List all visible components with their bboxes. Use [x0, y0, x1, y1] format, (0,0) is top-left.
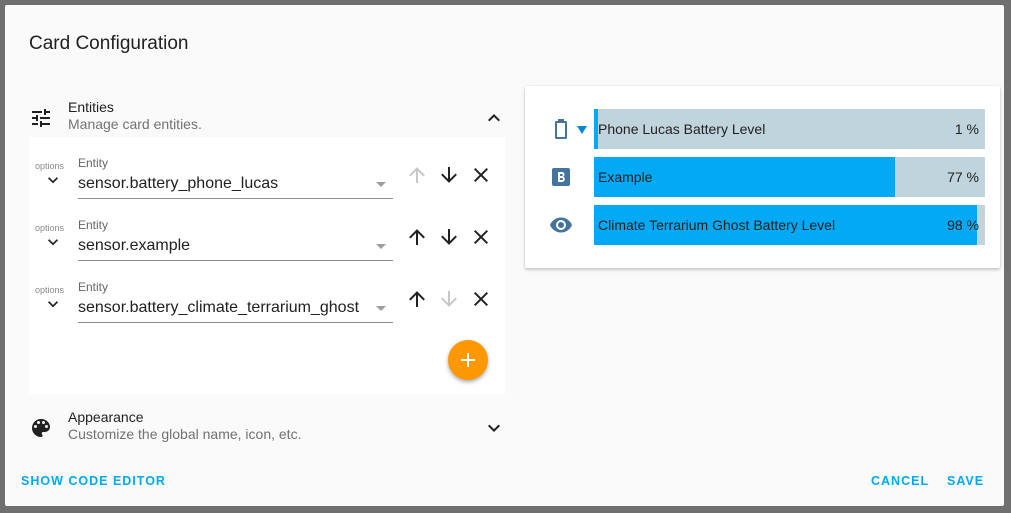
- close-icon[interactable]: [469, 225, 493, 249]
- caret-down-icon[interactable]: [577, 125, 587, 135]
- dropdown-arrow-icon[interactable]: [376, 182, 386, 187]
- bar-row[interactable]: Climate Terrarium Ghost Battery Level 98…: [525, 205, 1000, 245]
- save-button[interactable]: SAVE: [947, 474, 984, 488]
- appearance-section-header[interactable]: Appearance Customize the global name, ic…: [5, 407, 510, 457]
- entity-picker[interactable]: Entity sensor.battery_phone_lucas: [78, 152, 393, 199]
- bar-name: Example: [598, 169, 653, 185]
- bar-value: 98 %: [947, 217, 979, 233]
- entities-title: Entities: [68, 99, 114, 115]
- chevron-down-icon[interactable]: [43, 294, 63, 314]
- eye-icon: [550, 217, 572, 233]
- cancel-button[interactable]: CANCEL: [871, 474, 929, 488]
- entity-field-value[interactable]: sensor.example: [78, 237, 190, 255]
- arrow-down-icon[interactable]: [437, 225, 461, 249]
- entity-field-label: Entity: [78, 280, 109, 294]
- arrow-up-icon: [409, 167, 425, 183]
- tune-icon: [32, 109, 50, 127]
- entities-panel: options Entity sensor.battery_phone_luca…: [29, 137, 505, 394]
- bar-value: 1 %: [954, 121, 979, 137]
- entity-row: options Entity sensor.battery_phone_luca…: [29, 137, 505, 199]
- bar-track: Example 77 %: [594, 157, 985, 197]
- arrow-down-icon: [441, 291, 457, 307]
- bar-track: Climate Terrarium Ghost Battery Level 98…: [594, 205, 985, 245]
- add-entity-button[interactable]: [448, 340, 488, 380]
- bar-row[interactable]: Phone Lucas Battery Level 1 %: [525, 109, 1000, 149]
- entity-picker[interactable]: Entity sensor.example: [78, 214, 393, 261]
- entity-field-label: Entity: [78, 218, 109, 232]
- bar-name: Phone Lucas Battery Level: [598, 121, 766, 137]
- arrow-up-icon[interactable]: [405, 287, 429, 311]
- bar-value: 77 %: [947, 169, 979, 185]
- entity-row: options Entity sensor.example: [29, 199, 505, 261]
- close-icon[interactable]: [469, 287, 493, 311]
- bar-name: Climate Terrarium Ghost Battery Level: [598, 217, 836, 233]
- chevron-down-icon[interactable]: [43, 170, 63, 190]
- dropdown-arrow-icon[interactable]: [376, 306, 386, 311]
- bar-row[interactable]: Example 77 %: [525, 157, 1000, 197]
- entity-picker[interactable]: Entity sensor.battery_climate_terrarium_…: [78, 276, 393, 323]
- chevron-up-icon[interactable]: [482, 106, 506, 130]
- preview-card: Phone Lucas Battery Level 1 % Example 77…: [525, 86, 1000, 268]
- dialog-title: Card Configuration: [29, 33, 189, 54]
- card-configuration-dialog: Card Configuration Entities Manage card …: [5, 5, 1004, 506]
- arrow-down-icon[interactable]: [437, 163, 461, 187]
- appearance-title: Appearance: [68, 409, 144, 425]
- chevron-down-icon[interactable]: [482, 416, 506, 440]
- show-code-editor-button[interactable]: SHOW CODE EDITOR: [21, 474, 166, 488]
- entities-subtitle: Manage card entities.: [68, 116, 202, 132]
- entity-field-label: Entity: [78, 156, 109, 170]
- bar-track: Phone Lucas Battery Level 1 %: [594, 109, 985, 149]
- palette-icon: [32, 419, 50, 437]
- close-icon[interactable]: [469, 163, 493, 187]
- chevron-down-icon[interactable]: [43, 232, 63, 252]
- entity-field-value[interactable]: sensor.battery_climate_terrarium_ghost: [78, 299, 359, 317]
- plus-icon: [461, 353, 475, 367]
- arrow-up-icon[interactable]: [405, 225, 429, 249]
- dropdown-arrow-icon[interactable]: [376, 244, 386, 249]
- battery-outline-icon: [555, 119, 567, 139]
- entity-field-value[interactable]: sensor.battery_phone_lucas: [78, 175, 278, 193]
- entity-row: options Entity sensor.battery_climate_te…: [29, 261, 505, 323]
- appearance-subtitle: Customize the global name, icon, etc.: [68, 426, 302, 442]
- b-badge-icon: [552, 168, 570, 186]
